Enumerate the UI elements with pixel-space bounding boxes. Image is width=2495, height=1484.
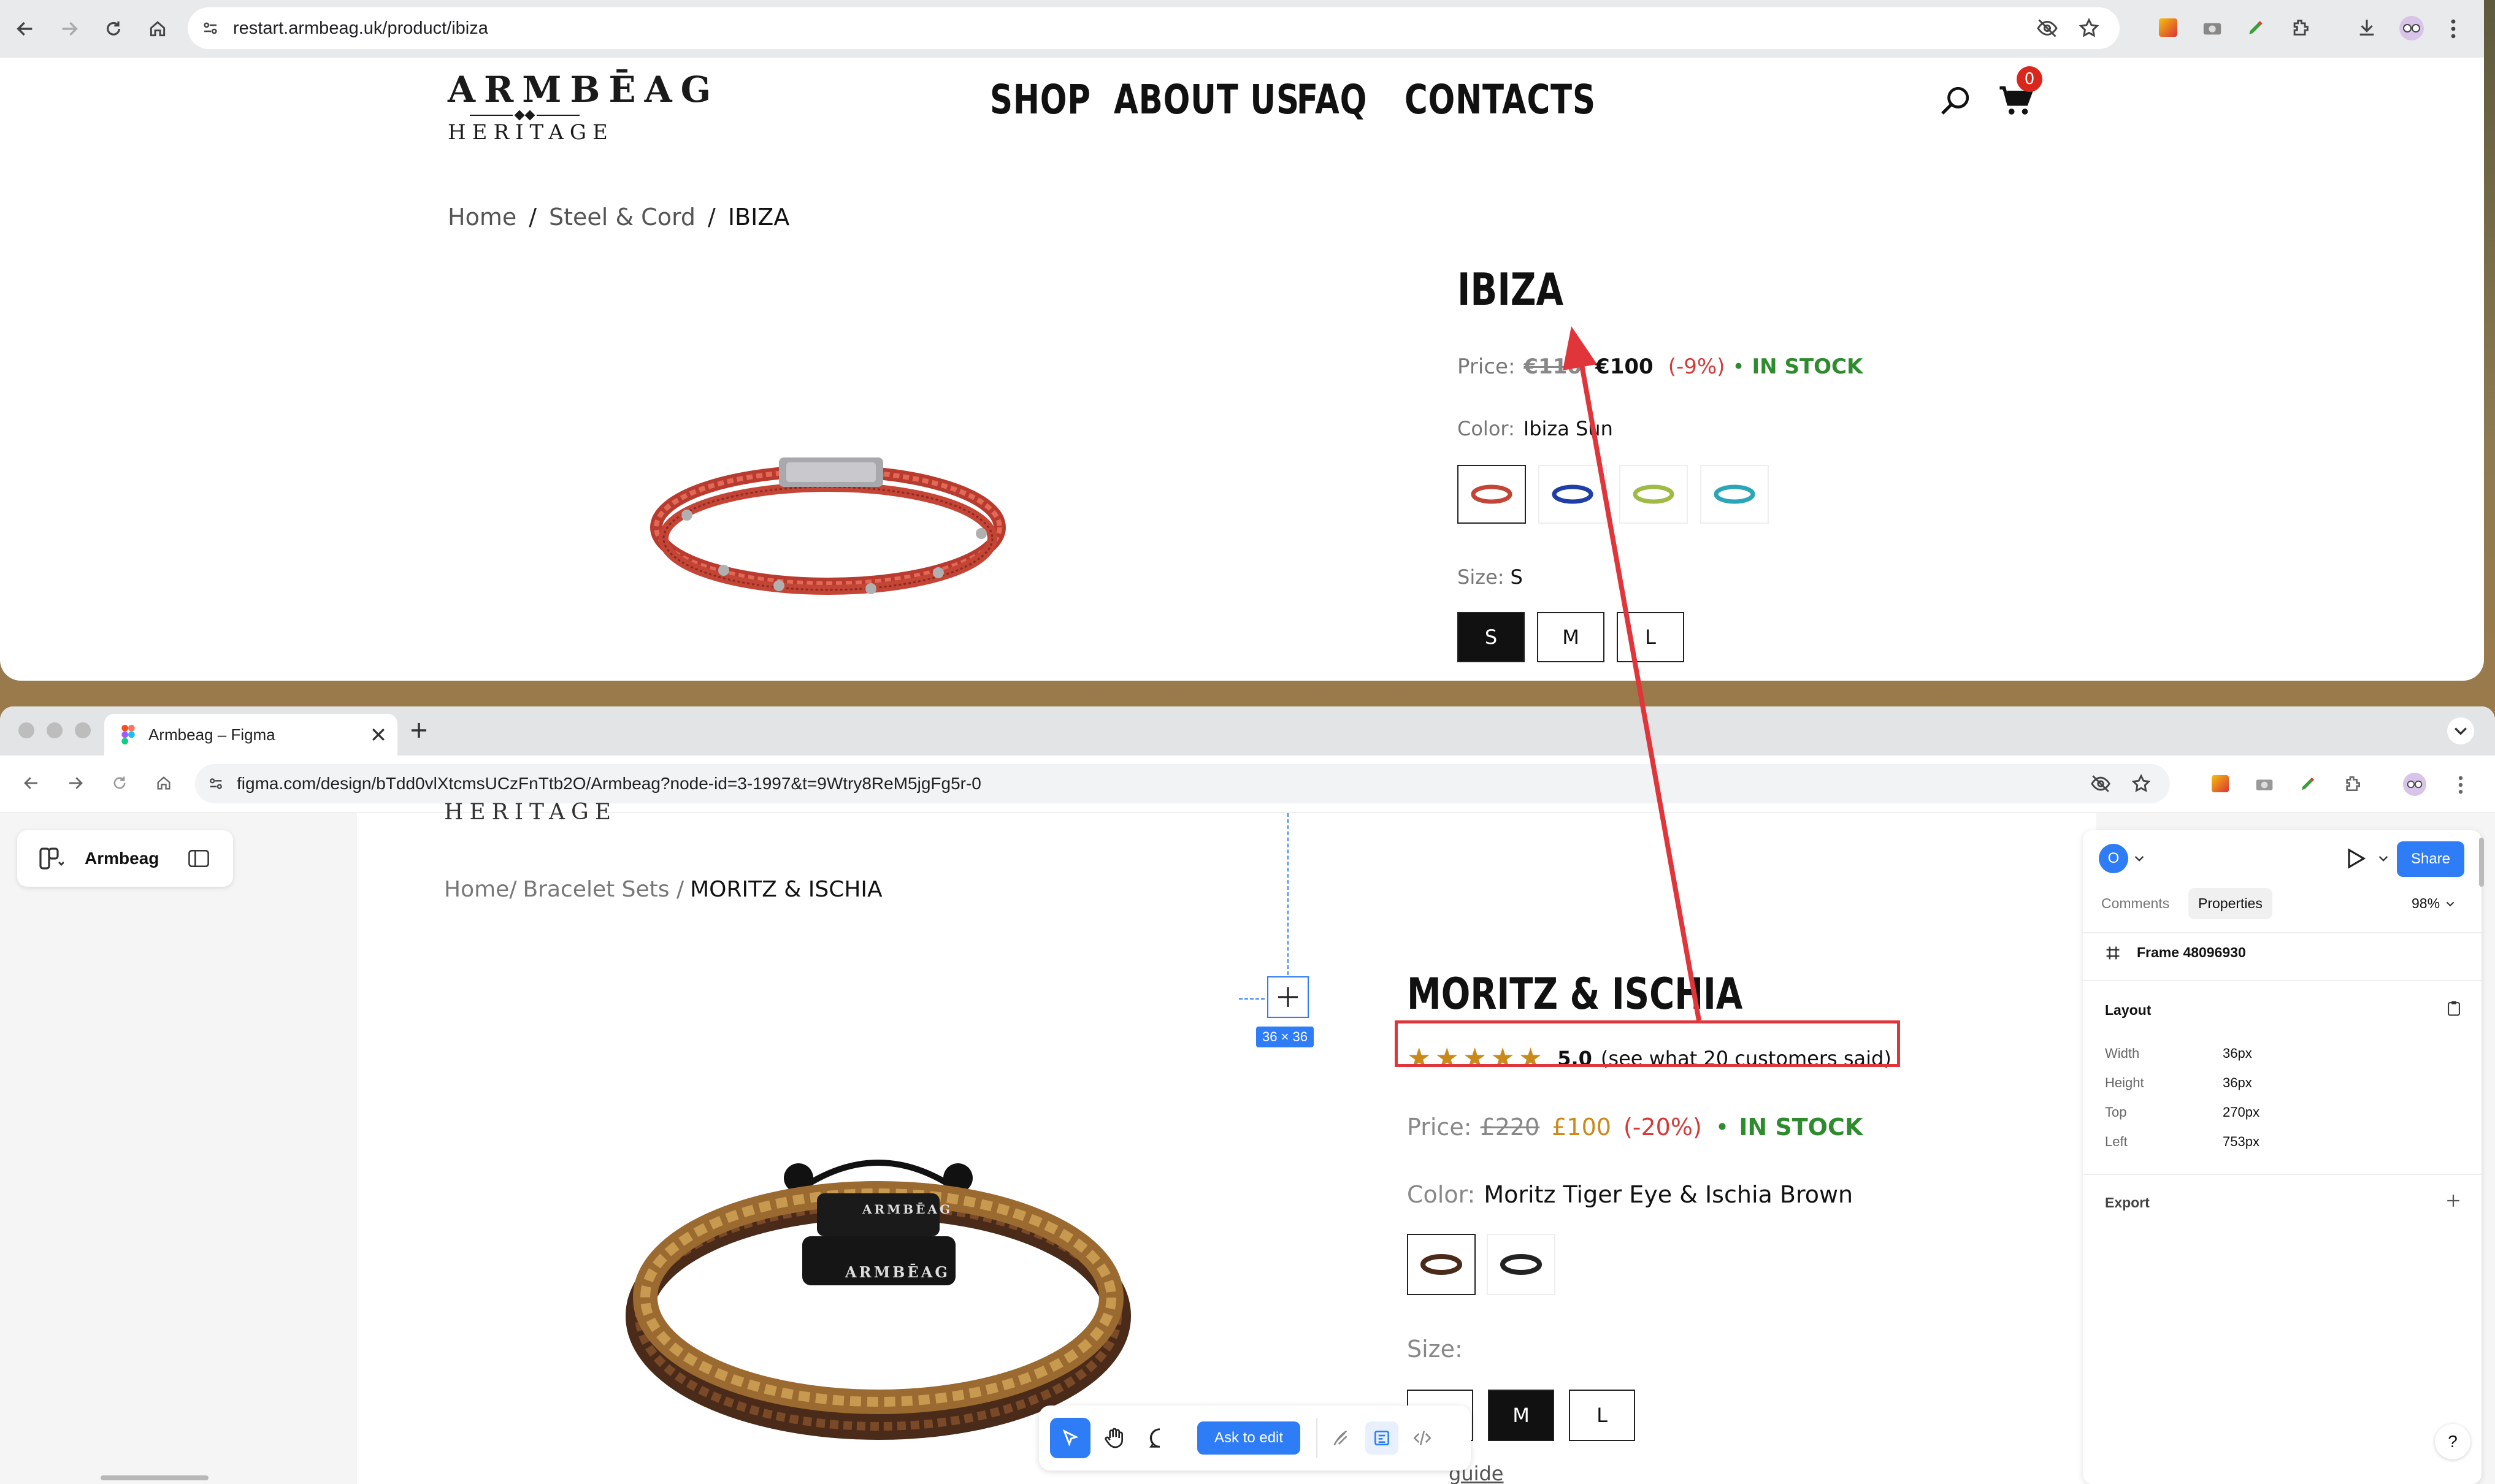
annotation-arrow [1563, 326, 1701, 1021]
